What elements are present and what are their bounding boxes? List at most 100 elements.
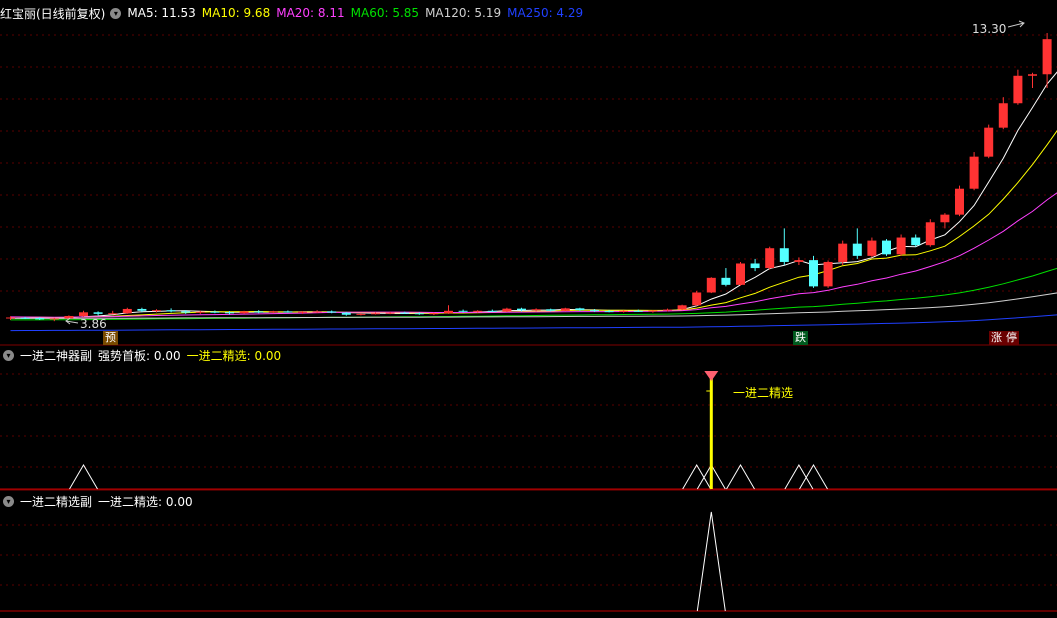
badge-yu[interactable]: 预 xyxy=(103,331,118,345)
candle-body xyxy=(648,310,658,312)
candle-body xyxy=(502,308,512,312)
candle-body xyxy=(517,308,526,311)
signal-triangle xyxy=(784,464,814,490)
candle-body xyxy=(531,309,541,311)
candle-body xyxy=(93,312,103,314)
candle-body xyxy=(984,127,994,157)
panel2-title: 一进二精选副 xyxy=(20,494,93,509)
candle-body xyxy=(152,310,161,312)
panel1-select: 一进二精选: 0.00 xyxy=(186,348,282,363)
candle-body xyxy=(210,311,220,313)
candle-body xyxy=(969,156,979,189)
high-arrow-icon xyxy=(1007,20,1025,28)
candle-body xyxy=(823,261,833,287)
panel1-title: 一进二神器副 xyxy=(20,348,93,363)
candle-body xyxy=(779,248,789,262)
indicator-panel-2-plot xyxy=(696,511,726,612)
candle-body xyxy=(195,311,205,313)
candle-body xyxy=(590,310,599,312)
ma20-label: MA20: 8.11 xyxy=(276,6,345,20)
ma10-label: MA10: 9.68 xyxy=(201,6,271,20)
indicator-panel-1-plot xyxy=(69,371,828,490)
candle-body xyxy=(166,310,176,312)
candle-body xyxy=(283,311,293,313)
badge-die[interactable]: 跌 xyxy=(793,331,808,345)
candle-body xyxy=(225,312,234,314)
ma120-label: MA120: 5.19 xyxy=(425,6,502,20)
candle-body xyxy=(998,103,1008,128)
candle-body xyxy=(794,260,804,262)
candle-body xyxy=(721,277,731,285)
signal-triangle xyxy=(726,464,755,490)
candle-body xyxy=(371,313,380,315)
low-price-label: 3.86 xyxy=(80,317,107,331)
high-price-label: 13.30 xyxy=(972,22,1007,36)
main-header: 红宝丽(日线前复权) ▾ MA5: 11.53 MA10: 9.68 MA20:… xyxy=(0,4,589,22)
badge-zhang[interactable]: 涨 xyxy=(989,331,1004,345)
candle-body xyxy=(560,308,570,311)
signal-triangle xyxy=(682,464,712,490)
candle-body xyxy=(385,312,395,314)
candle-body xyxy=(49,318,59,320)
chevron-down-icon[interactable]: ▾ xyxy=(3,495,14,507)
candle-body xyxy=(414,313,424,315)
stock-title: 红宝丽(日线前复权) xyxy=(0,6,106,21)
candle-body xyxy=(429,313,439,315)
candle-body xyxy=(20,317,30,319)
select-spike-line xyxy=(696,511,726,612)
candle-body xyxy=(79,312,88,316)
candle-body xyxy=(882,240,891,255)
candle-body xyxy=(663,309,672,311)
candle-body xyxy=(809,260,818,287)
candle-body xyxy=(268,311,278,313)
candle-body xyxy=(575,308,585,311)
candle-body xyxy=(692,292,702,306)
candle-body xyxy=(473,310,483,312)
candle-body xyxy=(940,214,950,223)
signal-triangle xyxy=(799,464,828,490)
panel2-select: 一进二精选: 0.00 xyxy=(98,494,193,509)
candle-body xyxy=(911,237,921,246)
signal-label: 一进二精选 xyxy=(733,386,794,400)
candle-body xyxy=(108,313,118,315)
candle-body xyxy=(298,311,307,313)
chart-annotations xyxy=(65,20,1025,325)
ma250-label: MA250: 4.29 xyxy=(507,6,584,20)
ma-line-ma120 xyxy=(10,292,1057,319)
candle-body xyxy=(312,311,322,313)
candle-body xyxy=(1042,39,1052,75)
candle-body xyxy=(444,310,453,314)
chevron-down-icon[interactable]: ▾ xyxy=(3,349,14,361)
candle-body xyxy=(867,240,877,256)
candle-body xyxy=(677,305,687,310)
candle-body xyxy=(955,188,964,215)
chart-canvas[interactable] xyxy=(0,0,1057,618)
candle-body xyxy=(925,222,935,246)
candle-body xyxy=(619,310,629,312)
candle-body xyxy=(341,312,351,315)
candle-body xyxy=(765,248,775,269)
candle-body xyxy=(35,318,45,320)
candle-body xyxy=(896,237,906,255)
candlesticks xyxy=(6,33,1052,322)
chevron-down-icon[interactable]: ▾ xyxy=(110,7,122,19)
indicator-panel-1-header: ▾ 一进二神器副 强势首板: 0.00 一进二精选: 0.00 xyxy=(0,346,287,364)
ma-line-ma5 xyxy=(10,71,1057,319)
candle-body xyxy=(706,277,716,293)
ma-line-ma10 xyxy=(10,130,1057,319)
candle-body xyxy=(852,243,862,256)
ma5-label: MA5: 11.53 xyxy=(127,6,196,20)
badge-ting[interactable]: 停 xyxy=(1004,331,1019,345)
candle-body xyxy=(633,310,643,312)
candle-body xyxy=(750,263,760,269)
candle-body xyxy=(1028,74,1037,76)
candle-body xyxy=(254,311,264,313)
candle-body xyxy=(604,311,614,313)
candle-body xyxy=(356,313,366,315)
candle-body xyxy=(400,312,410,314)
ma60-label: MA60: 5.85 xyxy=(350,6,420,20)
candle-body xyxy=(487,310,497,312)
candle-body xyxy=(64,315,74,319)
panel1-strong-first-board: 强势首板: 0.00 xyxy=(98,348,181,363)
candle-body xyxy=(137,308,147,311)
